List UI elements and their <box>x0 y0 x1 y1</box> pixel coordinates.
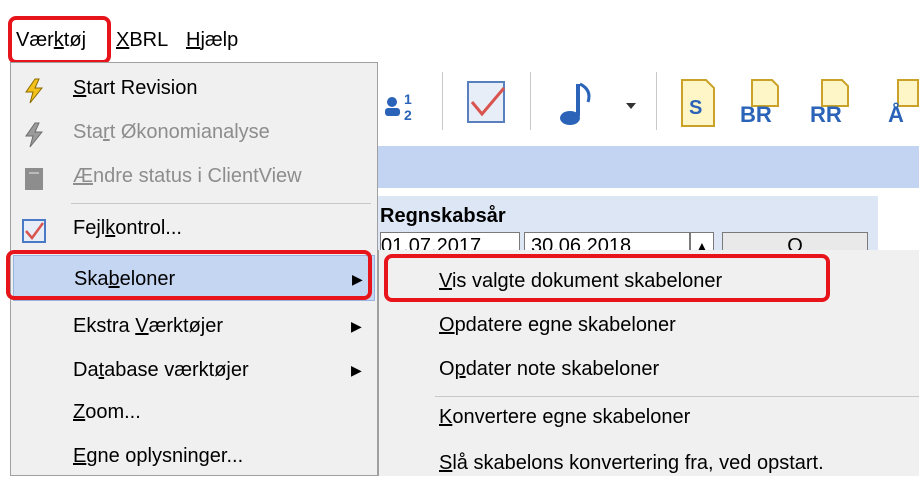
svg-text:1: 1 <box>404 91 412 107</box>
header-bar <box>378 146 919 188</box>
toolbar-separator <box>656 72 658 130</box>
menu-item-aendre-status[interactable]: Ændre status i ClientView <box>11 153 377 199</box>
menu-separator <box>71 203 371 204</box>
sort-users-icon[interactable]: 12 <box>382 86 424 126</box>
toolbar-separator <box>530 72 532 130</box>
menu-hjaelp[interactable]: Hjælp <box>186 22 238 58</box>
menubar: Værktøj XBRL Hjælp <box>0 0 919 70</box>
menu-item-fejlkontrol[interactable]: Fejlkontrol... <box>11 205 377 251</box>
highlight-vis-valgte <box>384 254 830 302</box>
submenu-item-opdatere-egne[interactable]: Opdatere egne skabeloner <box>439 302 676 348</box>
br-icon[interactable]: BR <box>738 76 788 130</box>
submenu-item-konvertere[interactable]: Konvertere egne skabeloner <box>439 394 690 440</box>
lightning-icon <box>21 75 47 104</box>
menu-item-zoom[interactable]: Zoom... <box>11 389 377 435</box>
status-icon <box>21 163 47 190</box>
toolbar-separator <box>442 72 444 130</box>
submenu-item-opdater-note[interactable]: Opdater note skabeloner <box>439 346 659 392</box>
menu-item-database-vaerktoejer[interactable]: Database værktøjer ▶ <box>11 347 377 393</box>
dropdown-arrow-icon[interactable] <box>624 96 638 110</box>
menu-item-ekstra-vaerktoejer[interactable]: Ekstra Værktøjer ▶ <box>11 303 377 349</box>
highlight-skabeloner <box>6 250 372 300</box>
menu-xbrl[interactable]: XBRL <box>116 22 168 58</box>
menu-item-egne-oplysninger[interactable]: Egne oplysninger... <box>11 433 377 479</box>
highlight-vaerktoej <box>8 16 111 64</box>
checkmark-document-icon[interactable] <box>464 78 510 128</box>
music-note-icon[interactable] <box>558 78 594 132</box>
checkmark-icon <box>21 215 47 243</box>
submenu-item-slaa-konvertering-fra[interactable]: Slå skabelons konvertering fra, ved opst… <box>439 440 824 486</box>
submenu-arrow-icon: ▶ <box>351 318 362 334</box>
partial-icon[interactable]: Å <box>884 76 919 130</box>
rr-icon[interactable]: RR <box>808 76 858 130</box>
svg-text:2: 2 <box>404 107 412 123</box>
fiscal-year-label: Regnskabsår <box>380 205 506 227</box>
submenu-arrow-icon: ▶ <box>351 362 362 378</box>
svg-text:Å: Å <box>888 101 904 127</box>
svg-text:S: S <box>689 97 702 119</box>
lightning-icon <box>21 119 47 148</box>
s-document-icon[interactable]: S <box>678 76 718 130</box>
menu-item-start-revision[interactable]: Start Revision <box>11 65 377 111</box>
svg-text:BR: BR <box>740 102 772 127</box>
svg-text:RR: RR <box>810 102 842 127</box>
menu-item-start-oekonomianalyse[interactable]: Start Økonomianalyse <box>11 109 377 155</box>
toolbar: 12 S BR RR Å <box>378 62 919 146</box>
